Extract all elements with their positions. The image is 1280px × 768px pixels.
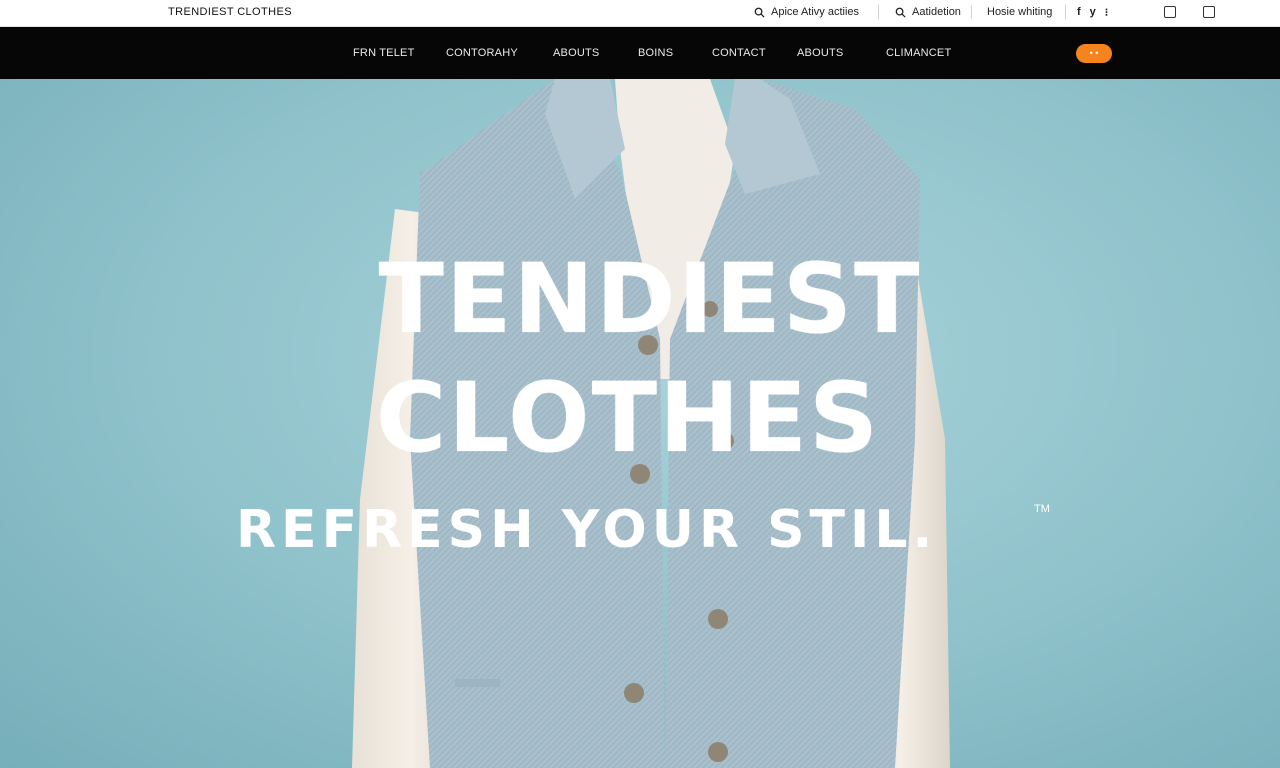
search-icon xyxy=(754,7,765,18)
hero-banner: TENDIEST CLOTHES REFRESH YOUR STIL. TM xyxy=(0,79,1280,768)
nav-item-contact[interactable]: CONTACT xyxy=(712,47,766,59)
nav-item[interactable]: FRN TELET xyxy=(353,47,415,59)
main-nav: FRN TELET CONTORAHY ABOUTS BOINS CONTACT… xyxy=(0,27,1280,79)
nav-item[interactable]: ABOUTS xyxy=(553,47,599,59)
search-link-label: Apice Ativy actiies xyxy=(771,6,860,18)
divider xyxy=(1065,5,1066,19)
search-link-label: Aatidetion xyxy=(912,6,961,18)
brand-logo[interactable]: TRENDIEST CLOTHES xyxy=(168,6,292,18)
utility-link-label: Hosie whiting xyxy=(987,6,1053,18)
social-links: f y ⁝ xyxy=(1077,6,1108,19)
hero-tagline: REFRESH YOUR STIL. xyxy=(236,500,938,560)
edit-icon[interactable] xyxy=(1164,6,1176,18)
divider xyxy=(878,5,879,19)
utility-bar: TRENDIEST CLOTHES Apice Ativy actiies Aa… xyxy=(0,0,1280,27)
instagram-icon[interactable] xyxy=(1203,6,1215,18)
hero-title-line-1: TENDIEST xyxy=(378,243,922,355)
nav-item[interactable]: BOINS xyxy=(638,47,673,59)
nav-item[interactable]: ABOUTS xyxy=(797,47,843,59)
nav-item[interactable]: CONTORAHY xyxy=(446,47,518,59)
trademark-mark: TM xyxy=(1034,503,1050,515)
hero-title-line-2: CLOTHES xyxy=(375,362,881,474)
cart-button[interactable]: • • xyxy=(1076,44,1112,63)
nav-item[interactable]: CLIMANCET xyxy=(886,47,951,59)
more-icon[interactable]: ⁝ xyxy=(1105,6,1109,19)
search-icon xyxy=(895,7,906,18)
search-link-2[interactable]: Aatidetion xyxy=(895,6,961,18)
divider xyxy=(971,5,972,19)
facebook-icon[interactable]: f xyxy=(1077,6,1081,19)
utility-link[interactable]: Hosie whiting xyxy=(987,6,1052,18)
twitter-icon[interactable]: y xyxy=(1090,6,1096,19)
search-link-1[interactable]: Apice Ativy actiies xyxy=(754,6,859,18)
